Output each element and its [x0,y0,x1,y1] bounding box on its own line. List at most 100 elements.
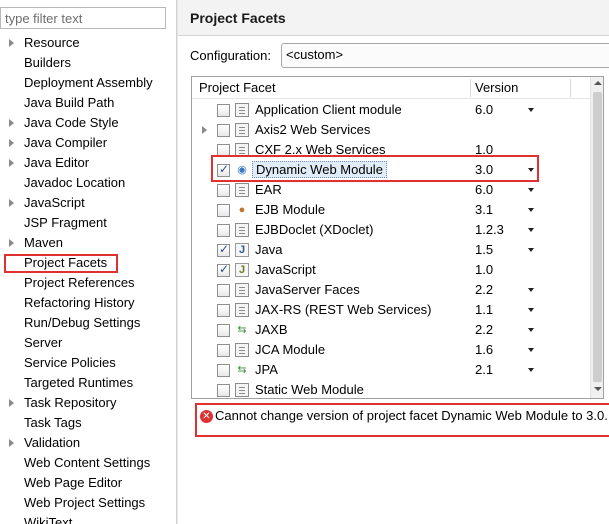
facet-version[interactable]: 1.1 [475,302,493,317]
scroll-down-arrow-icon[interactable] [594,387,602,391]
expand-arrow-icon[interactable] [9,439,14,447]
facet-checkbox[interactable] [217,324,230,337]
version-dropdown-icon[interactable] [528,308,534,312]
facet-row[interactable]: Application Client module 6.0 [192,100,590,120]
version-dropdown-icon[interactable] [528,108,534,112]
facet-version[interactable]: 2.2 [475,322,493,337]
nav-item-resource[interactable]: Resource [0,33,176,53]
version-dropdown-icon[interactable] [528,328,534,332]
facet-version[interactable]: 6.0 [475,102,493,117]
nav-item-project-facets[interactable]: Project Facets [0,253,176,273]
version-dropdown-icon[interactable] [528,208,534,212]
nav-item-service-policies[interactable]: Service Policies [0,353,176,373]
expand-arrow-icon[interactable] [9,119,14,127]
nav-item-targeted-runtimes[interactable]: Targeted Runtimes [0,373,176,393]
version-dropdown-icon[interactable] [528,168,534,172]
facet-checkbox[interactable] [217,262,230,277]
facet-row[interactable]: Axis2 Web Services [192,120,590,140]
facet-checkbox[interactable] [217,104,230,117]
nav-item-run-debug-settings[interactable]: Run/Debug Settings [0,313,176,333]
vertical-scrollbar[interactable] [590,77,603,398]
facet-row[interactable]: JavaServer Faces 2.2 [192,280,590,300]
nav-item-project-references[interactable]: Project References [0,273,176,293]
nav-item-label: Targeted Runtimes [24,375,134,390]
arrows-icon: ⇆ [237,364,247,376]
facet-checkbox[interactable] [217,304,230,317]
scroll-up-arrow-icon[interactable] [594,81,602,85]
facet-checkbox[interactable] [217,364,230,377]
nav-item-refactoring-history[interactable]: Refactoring History [0,293,176,313]
expand-arrow-icon[interactable] [9,239,14,247]
version-dropdown-icon[interactable] [528,248,534,252]
nav-item-web-content-settings[interactable]: Web Content Settings [0,453,176,473]
facet-checkbox[interactable] [217,162,230,177]
nav-item-web-project-settings[interactable]: Web Project Settings [0,493,176,513]
expand-arrow-icon[interactable] [9,159,14,167]
facet-version[interactable]: 6.0 [475,182,493,197]
globe-icon: ◉ [237,164,247,176]
facet-version[interactable]: 2.2 [475,282,493,297]
facet-checkbox[interactable] [217,284,230,297]
facet-row[interactable]: ⇆ JPA 2.1 [192,360,590,380]
facet-checkbox[interactable] [217,224,230,237]
facet-row[interactable]: ⇆ JAXB 2.2 [192,320,590,340]
facet-version[interactable]: 1.6 [475,342,493,357]
nav-item-wikitext[interactable]: WikiText [0,513,176,524]
nav-item-jsp-fragment[interactable]: JSP Fragment [0,213,176,233]
nav-item-java-compiler[interactable]: Java Compiler [0,133,176,153]
facet-row[interactable]: JAX-RS (REST Web Services) 1.1 [192,300,590,320]
nav-item-java-editor[interactable]: Java Editor [0,153,176,173]
version-dropdown-icon[interactable] [528,288,534,292]
facet-checkbox[interactable] [217,124,230,137]
nav-item-builders[interactable]: Builders [0,53,176,73]
filter-input[interactable] [0,7,166,29]
expand-arrow-icon[interactable] [9,139,14,147]
facet-row[interactable]: EAR 6.0 [192,180,590,200]
column-header-facet[interactable]: Project Facet [199,80,276,95]
nav-item-validation[interactable]: Validation [0,433,176,453]
nav-item-task-repository[interactable]: Task Repository [0,393,176,413]
nav-item-server[interactable]: Server [0,333,176,353]
facet-version[interactable]: 3.1 [475,202,493,217]
facet-version[interactable]: 1.5 [475,242,493,257]
expand-arrow-icon[interactable] [9,199,14,207]
nav-item-web-page-editor[interactable]: Web Page Editor [0,473,176,493]
expand-arrow-icon[interactable] [9,399,14,407]
facet-row[interactable]: ◉ Dynamic Web Module 3.0 [192,160,590,180]
facet-row[interactable]: JCA Module 1.6 [192,340,590,360]
column-divider[interactable] [570,79,571,97]
facet-checkbox[interactable] [217,344,230,357]
nav-item-maven[interactable]: Maven [0,233,176,253]
expand-arrow-icon[interactable] [202,126,207,134]
nav-item-task-tags[interactable]: Task Tags [0,413,176,433]
version-dropdown-icon[interactable] [528,228,534,232]
nav-item-javadoc-location[interactable]: Javadoc Location [0,173,176,193]
facet-row[interactable]: EJBDoclet (XDoclet) 1.2.3 [192,220,590,240]
version-dropdown-icon[interactable] [528,348,534,352]
configuration-label: Configuration: [190,48,271,63]
nav-item-javascript[interactable]: JavaScript [0,193,176,213]
column-divider[interactable] [470,79,471,97]
facet-checkbox[interactable] [217,242,230,257]
column-header-version[interactable]: Version [475,80,518,95]
version-dropdown-icon[interactable] [528,188,534,192]
version-dropdown-icon[interactable] [528,368,534,372]
expand-arrow-icon[interactable] [9,39,14,47]
facet-row[interactable]: Static Web Module [192,380,590,398]
nav-item-java-code-style[interactable]: Java Code Style [0,113,176,133]
facet-row[interactable]: J JavaScript 1.0 [192,260,590,280]
facet-version[interactable]: 2.1 [475,362,493,377]
configuration-select[interactable]: <custom> [281,43,609,68]
nav-item-java-build-path[interactable]: Java Build Path [0,93,176,113]
facet-checkbox[interactable] [217,144,230,157]
facet-checkbox[interactable] [217,384,230,397]
facet-row[interactable]: ● EJB Module 3.1 [192,200,590,220]
facet-checkbox[interactable] [217,184,230,197]
facet-row[interactable]: CXF 2.x Web Services 1.0 [192,140,590,160]
facet-version[interactable]: 1.2.3 [475,222,504,237]
scroll-thumb[interactable] [593,92,602,382]
nav-item-deployment-assembly[interactable]: Deployment Assembly [0,73,176,93]
facet-version[interactable]: 3.0 [475,162,493,177]
facet-checkbox[interactable] [217,204,230,217]
facet-row[interactable]: J Java 1.5 [192,240,590,260]
